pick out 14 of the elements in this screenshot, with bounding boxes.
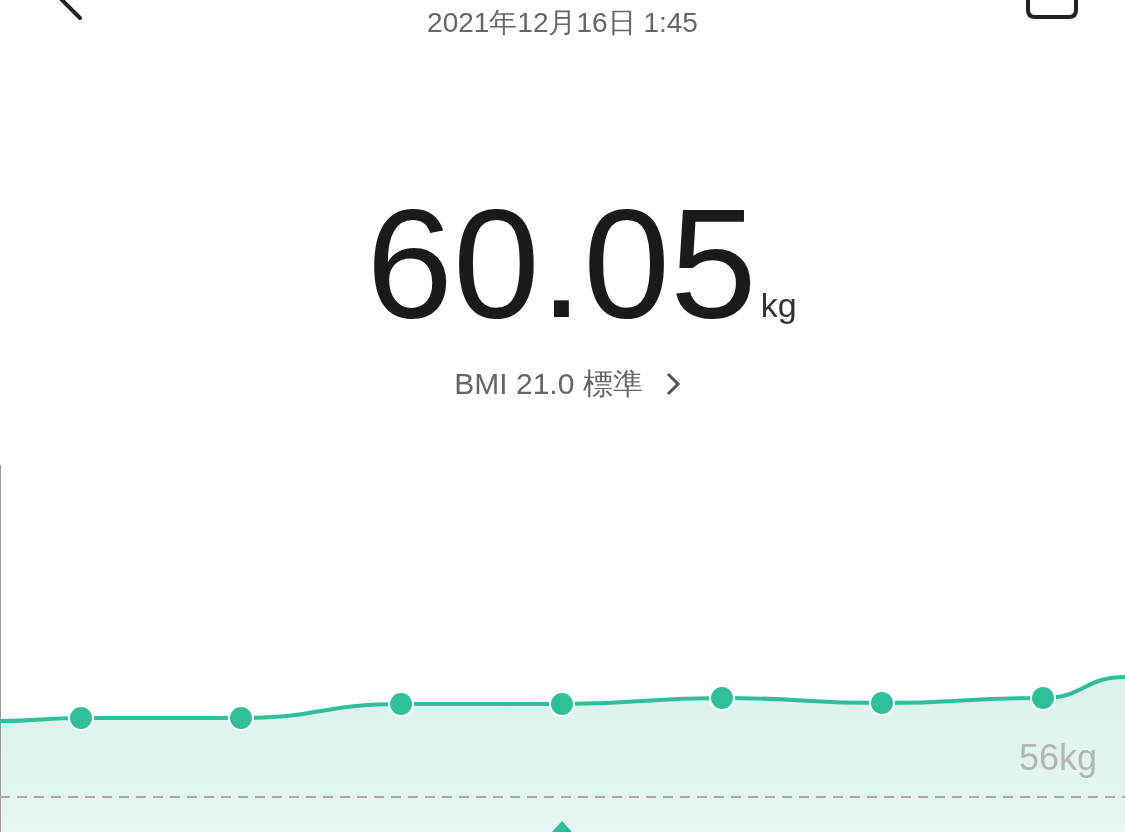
data-point[interactable] <box>709 685 735 711</box>
data-point[interactable] <box>549 691 575 717</box>
chevron-icon <box>664 371 681 397</box>
selected-marker-icon <box>552 821 572 832</box>
data-point[interactable] <box>388 691 414 717</box>
data-point[interactable] <box>869 690 895 716</box>
weight-unit: kg <box>760 288 797 322</box>
data-point[interactable] <box>68 705 94 731</box>
reference-label: 56kg <box>1018 737 1097 778</box>
data-point[interactable] <box>1030 685 1056 711</box>
data-point[interactable] <box>228 705 254 731</box>
measurement-date: 2021年12月16日 1:45 <box>427 9 698 37</box>
weight-value: 60.05 <box>366 185 757 341</box>
bmi-link[interactable]: BMI 21.0 標準 <box>454 369 681 399</box>
